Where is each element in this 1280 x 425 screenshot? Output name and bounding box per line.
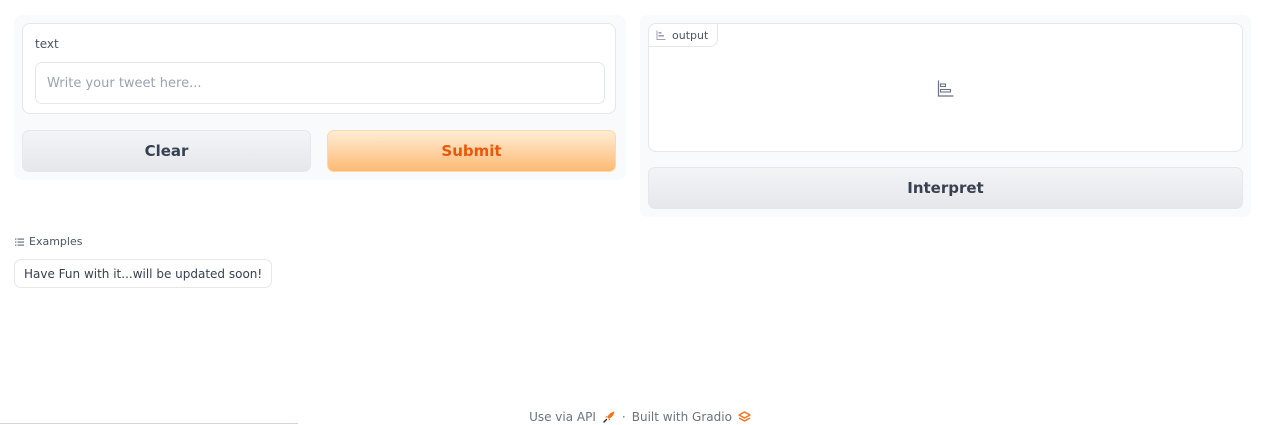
list-icon bbox=[15, 238, 24, 246]
tweet-input[interactable] bbox=[35, 62, 605, 104]
text-input-label: text bbox=[35, 37, 59, 51]
built-with-gradio-label: Built with Gradio bbox=[631, 410, 732, 424]
interpret-button[interactable]: Interpret bbox=[648, 167, 1243, 209]
bar-chart-icon bbox=[656, 30, 666, 40]
input-panel: text Clear Submit bbox=[14, 15, 626, 180]
output-block: output bbox=[648, 23, 1243, 152]
examples-header: Examples bbox=[15, 235, 82, 248]
footer: Use via API · Built with Gradio bbox=[0, 410, 1280, 424]
use-via-api-link[interactable]: Use via API bbox=[529, 410, 596, 424]
divider bbox=[0, 423, 298, 424]
clear-button[interactable]: Clear bbox=[22, 130, 311, 172]
example-item[interactable]: Have Fun with it...will be updated soon! bbox=[14, 259, 273, 288]
text-input-block: text bbox=[22, 23, 616, 114]
examples-title: Examples bbox=[29, 235, 83, 248]
bar-chart-icon bbox=[937, 80, 954, 97]
output-label-tag: output bbox=[648, 23, 719, 47]
footer-separator: · bbox=[621, 410, 626, 424]
built-with-gradio-link[interactable]: Built with Gradio bbox=[632, 410, 732, 424]
gradio-logo-icon bbox=[738, 411, 751, 422]
rocket-icon bbox=[603, 411, 615, 423]
submit-button[interactable]: Submit bbox=[327, 130, 616, 172]
output-panel: output Interpret bbox=[640, 15, 1251, 217]
output-label: output bbox=[672, 28, 709, 42]
use-via-api-label: Use via API bbox=[529, 410, 596, 424]
